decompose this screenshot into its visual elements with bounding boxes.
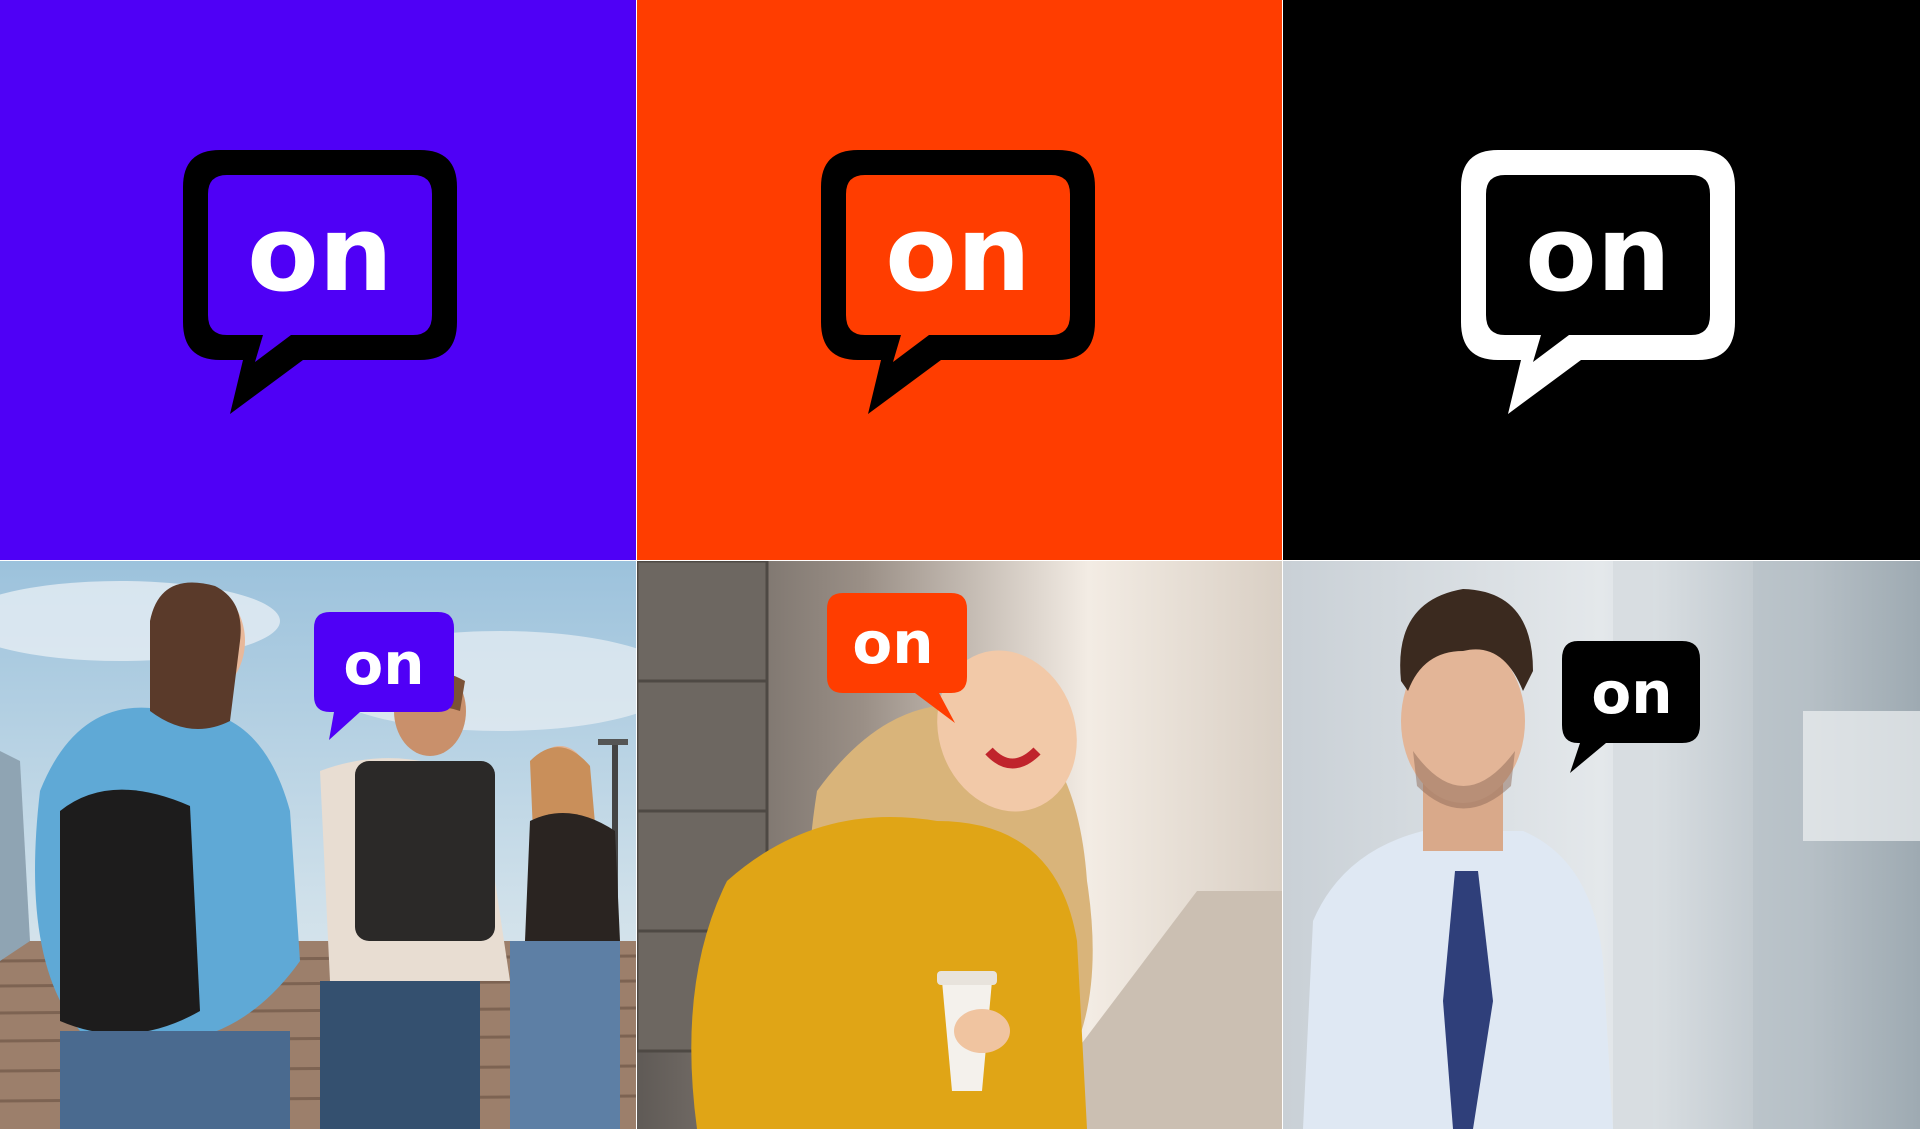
speech-bubble-icon: on	[827, 593, 967, 723]
badge-wordmark: on	[852, 609, 933, 677]
logo-wordmark: on	[1525, 193, 1671, 315]
badge-wordmark: on	[1591, 659, 1672, 727]
speech-bubble-icon: on	[175, 142, 465, 417]
logo-wordmark: on	[885, 193, 1031, 315]
speech-bubble-icon: on	[1453, 142, 1743, 417]
badge-wordmark: on	[343, 630, 424, 698]
orange-logo-tile: on	[637, 0, 1282, 560]
speech-bubble-icon: on	[314, 612, 454, 740]
businessman-photo-tile: on	[1283, 561, 1920, 1129]
speech-bubble-icon: on	[813, 142, 1103, 417]
black-logo-tile: on	[1283, 0, 1920, 560]
speech-bubble-icon: on	[1560, 641, 1702, 773]
logo-wordmark: on	[247, 193, 393, 315]
brand-showcase-grid: on on on on on on	[0, 0, 1920, 1129]
woman-coffee-photo-tile: on	[637, 561, 1282, 1129]
purple-logo-tile: on	[0, 0, 636, 560]
students-photo-tile: on	[0, 561, 636, 1129]
